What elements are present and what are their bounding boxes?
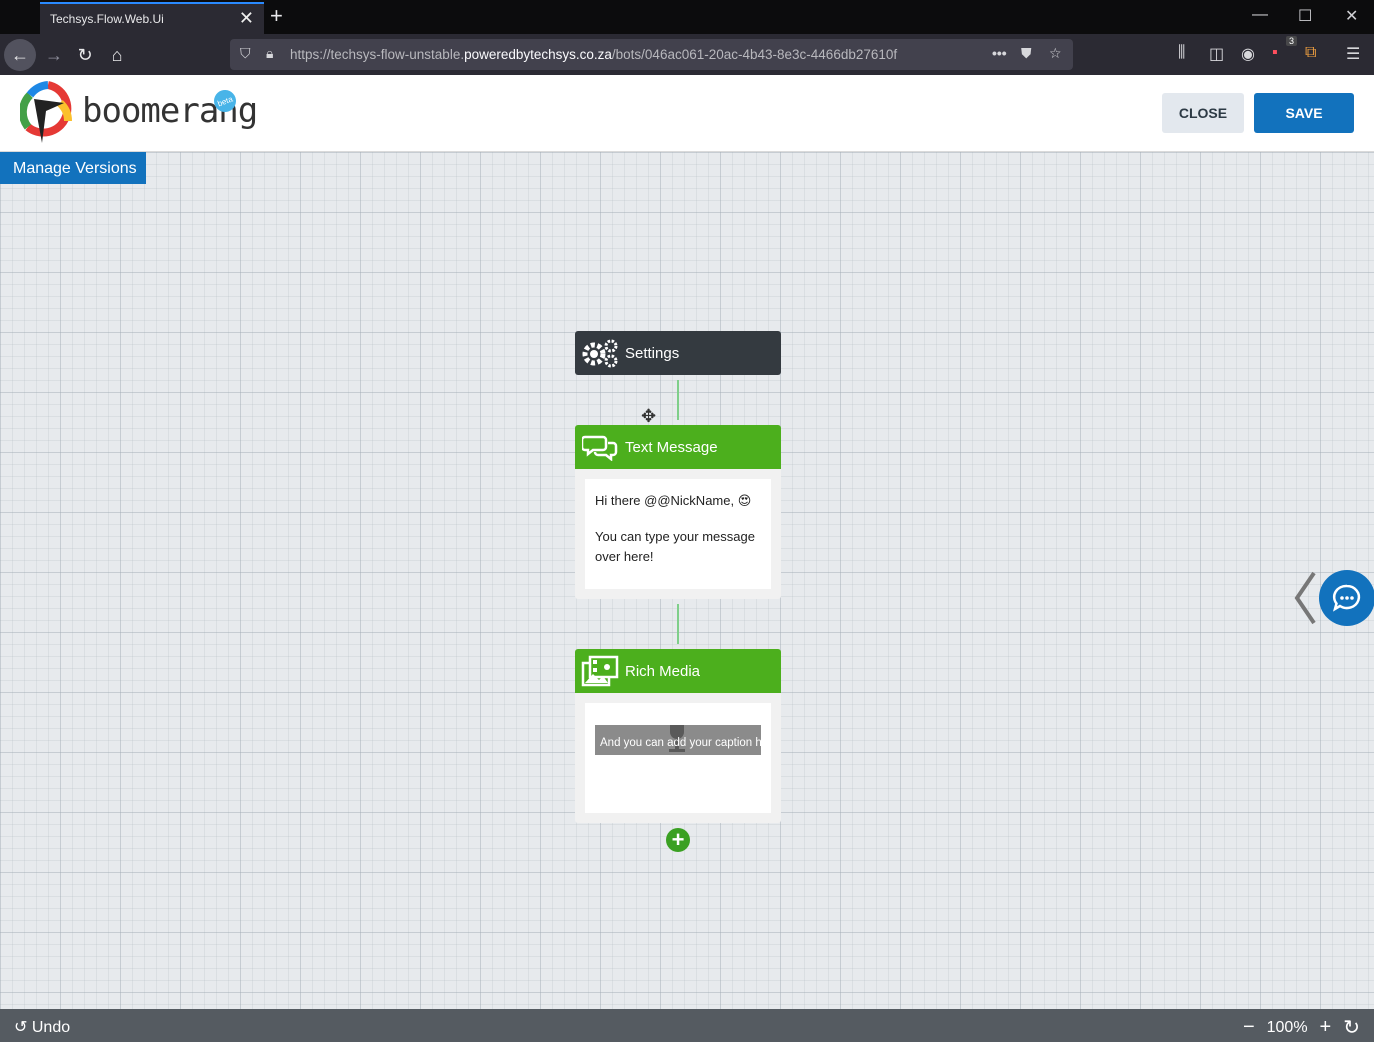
- reset-zoom-icon[interactable]: ↻: [1343, 1015, 1360, 1040]
- node-title: Rich Media: [625, 662, 701, 680]
- browser-tab[interactable]: Techsys.Flow.Web.Ui ✕: [40, 2, 264, 34]
- menu-icon[interactable]: ☰: [1346, 44, 1360, 64]
- chat-bubbles-icon: [575, 433, 625, 461]
- node-header[interactable]: Text Message: [575, 425, 781, 469]
- rich-media-node[interactable]: Rich Media And you can add your caption …: [575, 649, 781, 823]
- tab-title: Techsys.Flow.Web.Ui: [50, 12, 164, 26]
- media-icon: [575, 655, 625, 687]
- lock-icon[interactable]: 🔒︎: [266, 45, 273, 62]
- zoom-in-icon[interactable]: +: [1320, 1016, 1332, 1039]
- back-icon[interactable]: ←: [4, 39, 36, 71]
- undo-label: Undo: [31, 1019, 71, 1036]
- move-cursor-icon: ✥: [641, 406, 657, 426]
- maximize-icon[interactable]: ☐: [1298, 6, 1312, 26]
- node-body: And you can add your caption here: [575, 693, 781, 823]
- node-body: Hi there @@NickName, 😍 You can type your…: [575, 469, 781, 599]
- chevron-left-icon[interactable]: [1292, 570, 1318, 626]
- bookmark-star-icon[interactable]: ☆: [1049, 45, 1062, 62]
- zoom-level: 100%: [1266, 1018, 1308, 1036]
- connector-line: [677, 604, 679, 644]
- caption-text: And you can add your caption here: [600, 737, 761, 749]
- undo-icon: ↺: [14, 1019, 28, 1036]
- pocket-icon[interactable]: ⛊: [1021, 45, 1032, 62]
- manage-versions-button[interactable]: Manage Versions: [0, 152, 146, 184]
- gears-icon: [575, 338, 625, 368]
- node-header[interactable]: Settings: [575, 331, 781, 375]
- flow-canvas[interactable]: Manage Versions Settings ✥ Text Message …: [0, 152, 1374, 1009]
- new-tab-icon[interactable]: +: [270, 3, 283, 29]
- connector-line: [677, 380, 679, 420]
- account-icon[interactable]: ◉: [1241, 44, 1255, 64]
- url-text: https://techsys-flow-unstable.poweredbyt…: [290, 47, 898, 62]
- sidebar-icon[interactable]: ◫: [1209, 44, 1224, 64]
- url-bar[interactable]: ⛉ 🔒︎ https://techsys-flow-unstable.power…: [230, 39, 1073, 70]
- chat-widget-button[interactable]: [1319, 570, 1374, 626]
- message-line: You can type your message over here!: [595, 529, 755, 564]
- app-header: boomerang beta CLOSE SAVE: [0, 75, 1374, 152]
- node-title: Text Message: [625, 438, 718, 456]
- text-message-node[interactable]: Text Message Hi there @@NickName, 😍 You …: [575, 425, 781, 599]
- node-header[interactable]: Rich Media: [575, 649, 781, 693]
- more-icon[interactable]: •••: [992, 45, 1007, 61]
- forward-icon[interactable]: →: [40, 41, 68, 69]
- canvas-footer: ↺ Undo − 100% + ↻: [0, 1009, 1374, 1042]
- message-line: Hi there @@NickName, 😍: [595, 493, 752, 508]
- home-icon[interactable]: ⌂: [103, 41, 131, 69]
- boomerang-logo: [20, 81, 73, 143]
- browser-nav-bar: ← → ↻ ⌂ ⛉ 🔒︎ https://techsys-flow-unstab…: [0, 34, 1374, 75]
- media-caption: And you can add your caption here: [595, 725, 761, 755]
- save-button[interactable]: SAVE: [1254, 93, 1354, 133]
- extension-badge: 3: [1286, 36, 1298, 46]
- close-button[interactable]: CLOSE: [1162, 93, 1244, 133]
- reload-icon[interactable]: ↻: [71, 41, 99, 69]
- node-title: Settings: [625, 344, 680, 362]
- message-preview: Hi there @@NickName, 😍 You can type your…: [585, 479, 771, 589]
- chat-icon: [1332, 584, 1361, 612]
- minimize-icon[interactable]: —: [1252, 6, 1268, 24]
- extension-2-icon[interactable]: ⧉: [1305, 44, 1316, 62]
- browser-tab-bar: Techsys.Flow.Web.Ui ✕ + — ☐ ✕: [0, 0, 1374, 34]
- zoom-controls: − 100% + ↻: [1243, 1015, 1360, 1040]
- extension-icon[interactable]: ▪ 3: [1272, 36, 1298, 62]
- tab-close-icon[interactable]: ✕: [239, 8, 254, 29]
- shield-icon[interactable]: ⛉: [240, 45, 251, 62]
- media-preview: And you can add your caption here: [585, 703, 771, 813]
- undo-button[interactable]: ↺ Undo: [14, 1017, 70, 1037]
- library-icon[interactable]: ⫼: [1178, 44, 1185, 62]
- zoom-out-icon[interactable]: −: [1243, 1016, 1255, 1039]
- window-close-icon[interactable]: ✕: [1345, 6, 1358, 26]
- add-node-button[interactable]: +: [666, 828, 690, 852]
- settings-node[interactable]: Settings: [575, 331, 781, 375]
